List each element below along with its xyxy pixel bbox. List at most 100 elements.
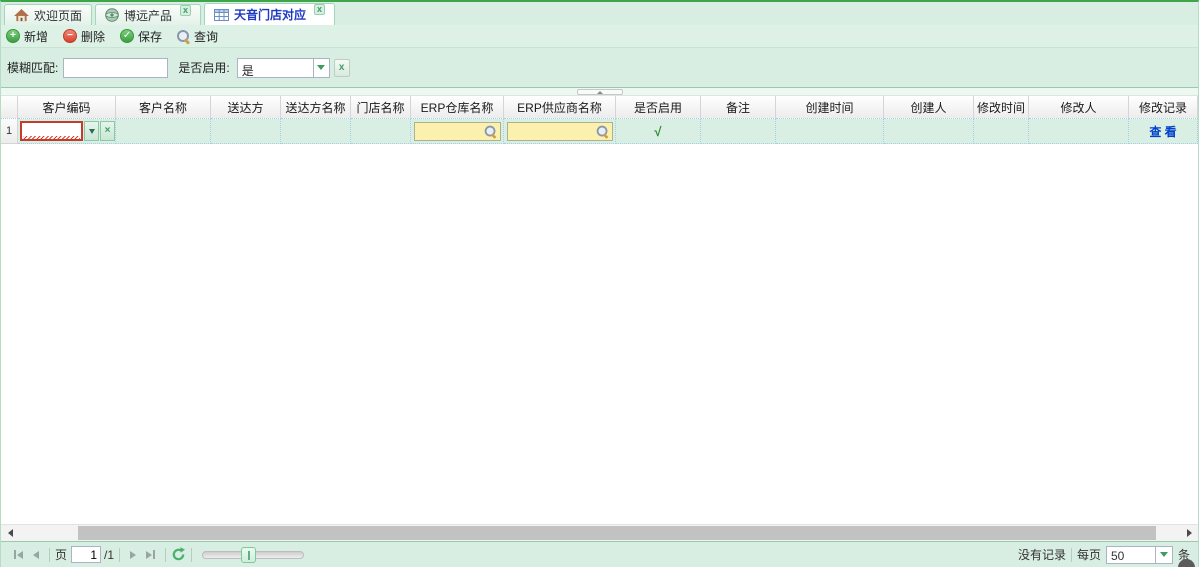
page-label: 页	[55, 548, 68, 562]
customer-code-clear-icon[interactable]: ×	[100, 121, 115, 141]
first-page-button[interactable]	[14, 550, 23, 559]
erp-warehouse-cell	[411, 119, 504, 144]
tab-close-icon[interactable]: x	[180, 4, 192, 16]
erp-supplier-lookup-field[interactable]	[506, 121, 613, 141]
column-header-ship-to[interactable]: 送达方	[211, 96, 281, 119]
column-header-ship-to-name[interactable]: 送达方名称	[281, 96, 351, 119]
save-check-icon: ✓	[120, 29, 135, 43]
create-time-cell[interactable]	[776, 119, 884, 144]
collapse-handle[interactable]	[576, 89, 623, 95]
toolbar: + 新增 − 删除 ✓ 保存 查询	[1, 25, 1198, 48]
table-icon	[214, 8, 230, 21]
chevron-up-icon	[596, 90, 603, 94]
column-header-modify-time[interactable]: 修改时间	[974, 96, 1029, 119]
divider	[165, 547, 167, 562]
tab-label: 天音门店对应	[234, 8, 307, 22]
lookup-search-icon[interactable]	[596, 125, 608, 137]
globe-icon	[105, 8, 119, 22]
fuzzy-match-input[interactable]	[63, 57, 169, 78]
erp-warehouse-lookup-field[interactable]	[413, 121, 501, 141]
fuzzy-match-label: 模糊匹配:	[7, 61, 59, 75]
tab-bar: 欢迎页面 博远产品 x 天音门店对应 x	[1, 2, 1198, 25]
no-records-text: 没有记录	[1017, 548, 1066, 562]
column-header-erp-supplier[interactable]: ERP供应商名称	[504, 96, 616, 119]
grid-empty-area	[1, 144, 1198, 524]
tab-tianyin-store-mapping[interactable]: 天音门店对应 x	[204, 3, 336, 25]
tab-close-icon[interactable]: x	[314, 4, 326, 15]
column-header-modifier[interactable]: 修改人	[1029, 96, 1129, 119]
customer-code-dropdown-icon[interactable]	[84, 121, 99, 141]
column-header-erp-warehouse[interactable]: ERP仓库名称	[411, 96, 504, 119]
column-header-customer-code[interactable]: 客户编码	[18, 96, 116, 119]
scroll-left-icon[interactable]	[2, 525, 18, 541]
divider	[191, 547, 193, 562]
refresh-icon[interactable]	[171, 547, 186, 562]
per-page-label: 每页	[1076, 548, 1101, 562]
enabled-cell[interactable]: √	[616, 119, 701, 144]
clear-filter-icon[interactable]: x	[333, 58, 350, 77]
column-header-creator[interactable]: 创建人	[884, 96, 974, 119]
column-header-modify-record[interactable]: 修改记录	[1129, 96, 1198, 119]
column-header-store-name[interactable]: 门店名称	[351, 96, 411, 119]
scroll-right-icon[interactable]	[1181, 525, 1197, 541]
app-window: 欢迎页面 博远产品 x 天音门店对应 x + 新增 − 删除 ✓ 保存 查询 模…	[0, 0, 1199, 567]
pagination-bar: 页 /1 没有记录 每页 50 条	[1, 541, 1198, 567]
tab-welcome[interactable]: 欢迎页面	[4, 4, 93, 25]
enabled-combobox-value[interactable]: 是	[236, 57, 313, 78]
ship-to-cell[interactable]	[211, 119, 281, 144]
next-page-button[interactable]	[130, 550, 137, 559]
add-button-label: 新增	[24, 29, 49, 44]
column-header-enabled[interactable]: 是否启用	[616, 96, 701, 119]
enabled-filter-label: 是否启用:	[178, 61, 230, 75]
delete-button[interactable]: − 删除	[63, 28, 105, 45]
lookup-search-icon[interactable]	[484, 125, 496, 137]
column-header-create-time[interactable]: 创建时间	[776, 96, 884, 119]
home-icon	[14, 8, 29, 21]
row-number-header	[1, 96, 18, 119]
row-number: 1	[1, 119, 18, 144]
enabled-check-mark: √	[654, 123, 662, 139]
grid-header-row: 客户编码 客户名称 送达方 送达方名称 门店名称 ERP仓库名称 ERP供应商名…	[1, 96, 1198, 119]
customer-name-cell[interactable]	[116, 119, 211, 144]
prev-page-button[interactable]	[33, 550, 39, 559]
erp-supplier-cell	[504, 119, 616, 144]
query-button-label: 查询	[194, 29, 219, 44]
creator-cell[interactable]	[884, 119, 974, 144]
divider	[49, 547, 50, 562]
slider-handle[interactable]	[241, 546, 257, 563]
validation-error-underline	[23, 136, 80, 139]
chevron-down-icon[interactable]	[312, 57, 330, 78]
customer-code-input[interactable]	[20, 121, 83, 141]
save-button-label: 保存	[138, 29, 163, 44]
scrollbar-thumb[interactable]	[78, 526, 1156, 540]
add-button[interactable]: + 新增	[6, 28, 48, 45]
customer-code-cell: ×	[18, 119, 116, 144]
panel-splitter	[1, 88, 1198, 96]
modifier-cell[interactable]	[1029, 119, 1129, 144]
modify-time-cell[interactable]	[974, 119, 1029, 144]
ship-to-name-cell[interactable]	[281, 119, 351, 144]
add-icon: +	[6, 29, 20, 43]
filter-panel: 模糊匹配: 是否启用: 是 x	[1, 48, 1198, 88]
page-number-input[interactable]	[71, 546, 102, 563]
column-header-remark[interactable]: 备注	[701, 96, 776, 119]
page-slider[interactable]	[202, 546, 305, 563]
last-page-button[interactable]	[146, 550, 156, 559]
modify-record-cell: 查 看	[1129, 119, 1198, 144]
save-button[interactable]: ✓ 保存	[120, 28, 162, 45]
store-name-cell[interactable]	[351, 119, 411, 144]
tab-boyuan-products[interactable]: 博远产品 x	[95, 4, 202, 25]
view-record-link[interactable]: 查 看	[1149, 123, 1176, 140]
chevron-down-icon[interactable]	[1155, 545, 1173, 564]
enabled-combobox[interactable]: 是	[236, 57, 330, 78]
query-button[interactable]: 查询	[177, 28, 218, 45]
remark-cell[interactable]	[701, 119, 776, 144]
column-header-customer-name[interactable]: 客户名称	[116, 96, 211, 119]
delete-icon: −	[63, 29, 78, 43]
tab-label: 博远产品	[124, 8, 173, 23]
delete-button-label: 删除	[81, 29, 106, 44]
horizontal-scrollbar[interactable]	[1, 524, 1198, 541]
per-page-select[interactable]: 50	[1105, 545, 1173, 564]
per-page-value[interactable]: 50	[1105, 545, 1156, 564]
table-row: 1 × √ 查 看	[1, 119, 1198, 144]
